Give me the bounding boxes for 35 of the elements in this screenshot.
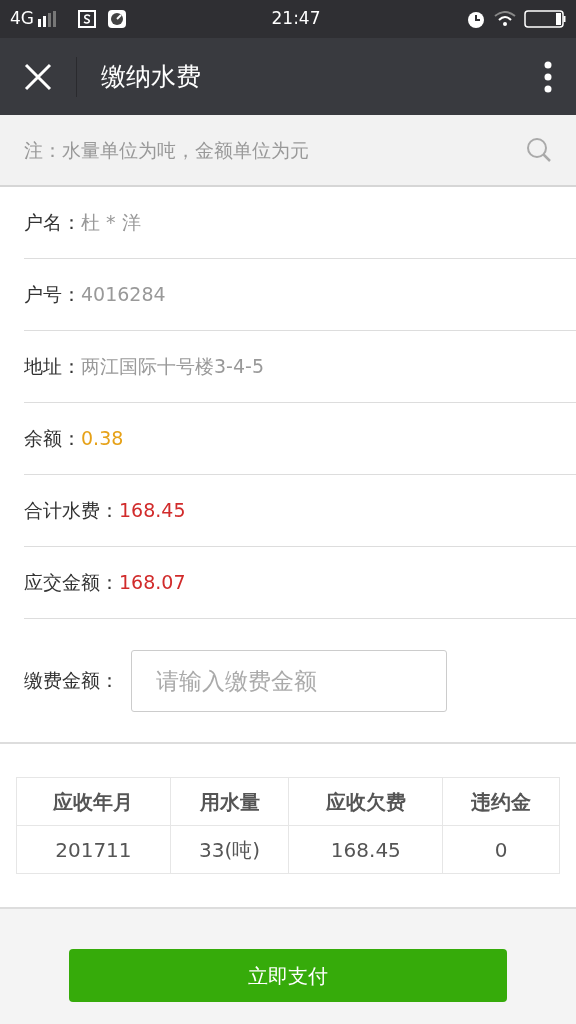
field-label: 户名：: [24, 210, 81, 236]
field-value: 0.38: [81, 426, 124, 452]
alarm-icon: [466, 9, 486, 29]
amount-input[interactable]: 请输入缴费金额: [131, 649, 447, 712]
table-cell: 201711: [16, 825, 171, 874]
field-label: 余额：: [24, 426, 81, 452]
column-header: 应收年月: [16, 777, 171, 826]
field-label: 地址：: [24, 354, 81, 380]
table-cell: 0: [442, 825, 560, 874]
table-cell: 33(吨): [170, 825, 289, 874]
status-time: 21:47: [271, 7, 321, 31]
battery-icon: [524, 10, 566, 28]
field-label: 缴费金额：: [24, 668, 119, 694]
field-value: 两江国际十号楼3-4-5: [81, 354, 264, 380]
page-title: 缴纳水费: [101, 60, 202, 93]
network-label: 4G: [10, 7, 34, 31]
column-header: 违约金: [442, 777, 560, 826]
field-label: 户号：: [24, 282, 81, 308]
field-value: 杜 * 洋: [81, 210, 141, 236]
note-text: 注：水量单位为吨，金额单位为元: [24, 137, 309, 163]
table-cell: 168.45: [288, 825, 443, 874]
field-value: 168.45: [119, 498, 186, 524]
column-header: 用水量: [170, 777, 289, 826]
more-icon[interactable]: [544, 60, 552, 93]
field-label: 合计水费：: [24, 498, 119, 524]
close-icon[interactable]: [24, 62, 52, 91]
field-label: 应交金额：: [24, 570, 119, 596]
app-notification-icon: [78, 10, 96, 28]
pay-button[interactable]: 立即支付: [69, 949, 507, 1002]
field-value: 168.07: [119, 570, 186, 596]
signal-icon: [38, 11, 58, 27]
column-header: 应收欠费: [288, 777, 443, 826]
field-value: 4016284: [81, 282, 166, 308]
wifi-icon: [494, 11, 516, 27]
gauge-icon: [108, 10, 126, 28]
